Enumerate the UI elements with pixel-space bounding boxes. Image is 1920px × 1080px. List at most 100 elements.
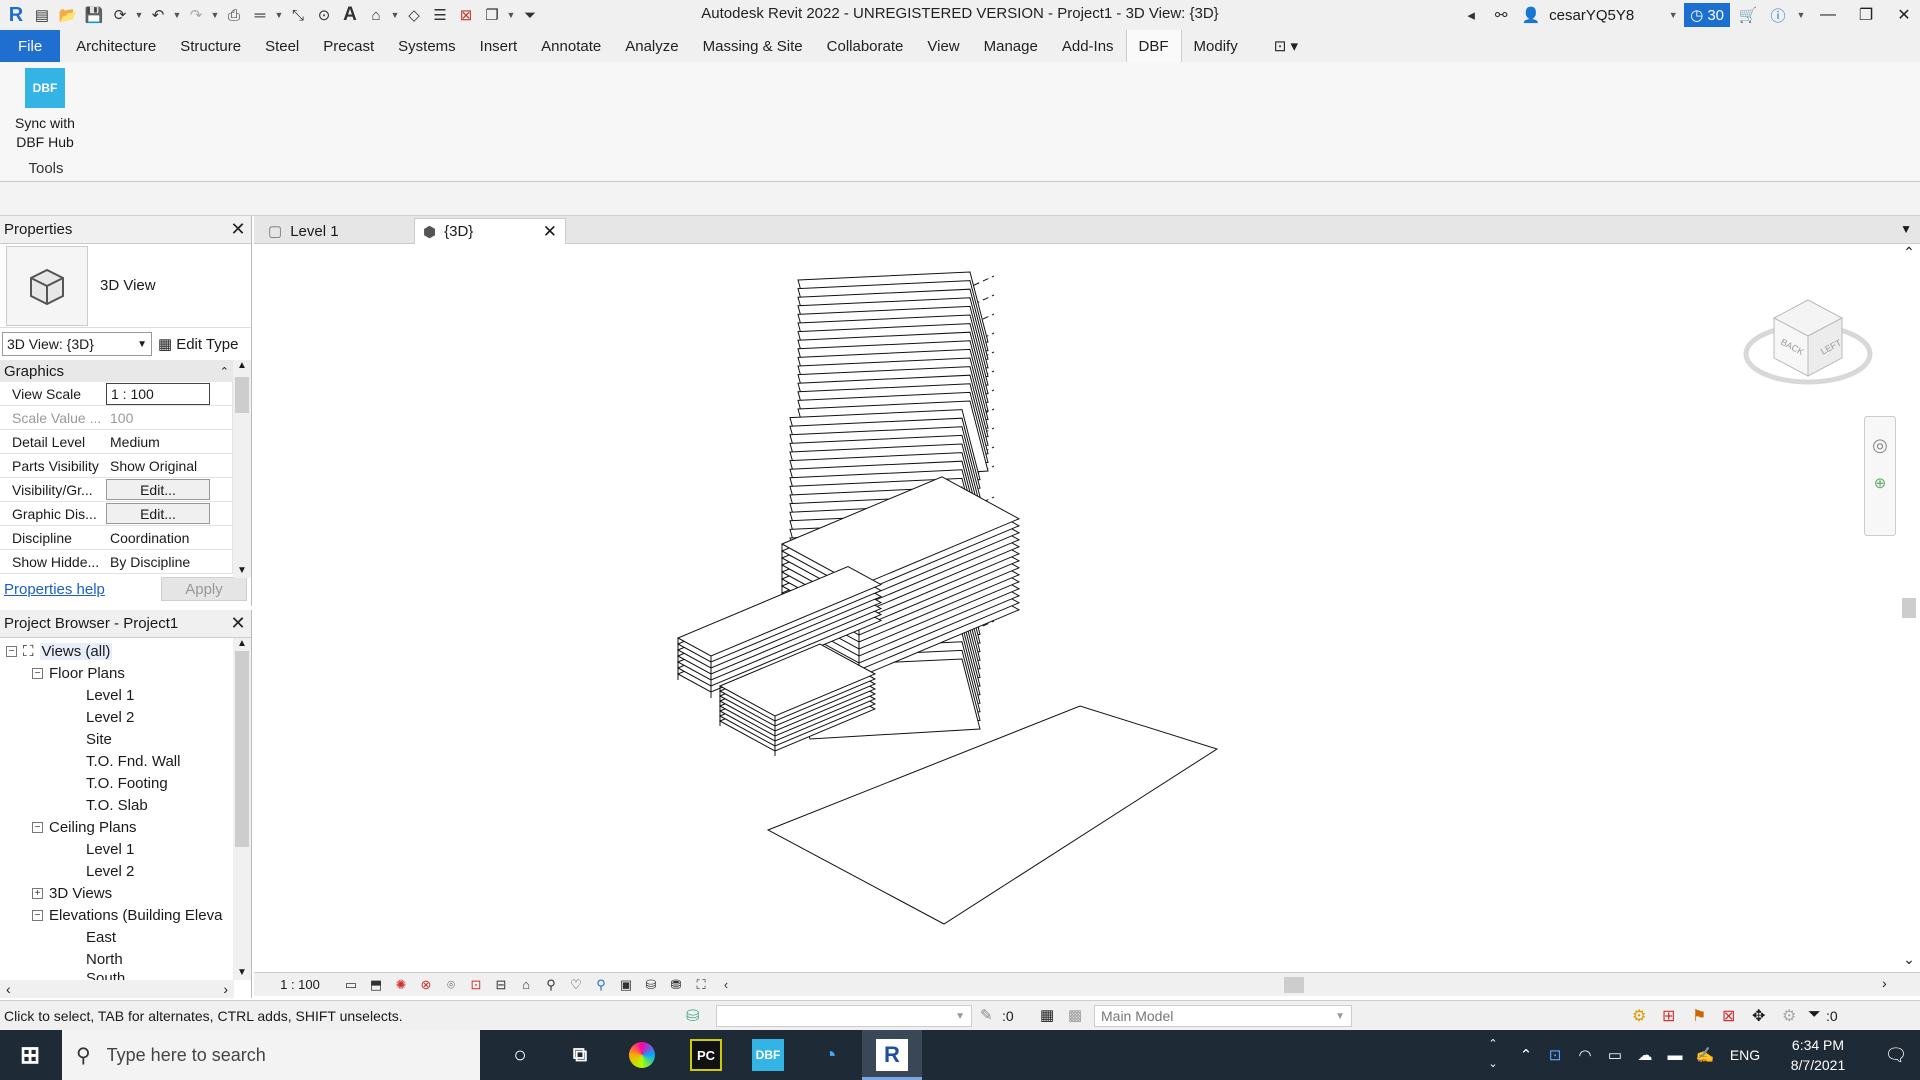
notifications-icon[interactable]: 🗨 [1866, 1045, 1920, 1066]
tree-ceiling-plans[interactable]: − Ceiling Plans [0, 816, 230, 838]
open-icon[interactable]: 📂 [56, 4, 80, 26]
select-links-icon[interactable]: ⚙ [1632, 1006, 1646, 1026]
scroll-up-icon[interactable]: ⌃ [1898, 244, 1920, 261]
tree-item[interactable]: East [0, 926, 230, 948]
trial-clock-badge[interactable]: ◷ 30 [1684, 3, 1730, 27]
section-icon[interactable]: ◇ [402, 4, 426, 26]
show-hidden-value[interactable]: By Discipline [106, 551, 210, 573]
tab-collaborate[interactable]: Collaborate [815, 30, 916, 62]
worksharing-icon[interactable]: ⚲ [590, 976, 612, 994]
ribbon-options-button[interactable]: ⊡ ▾ [1262, 30, 1310, 62]
cart-icon[interactable]: 🛒 [1736, 4, 1760, 26]
graphic-display-edit-button[interactable]: Edit... [106, 503, 210, 524]
redo-icon[interactable]: ↷ [184, 4, 208, 26]
view-scale-label[interactable]: 1 : 100 [266, 977, 334, 992]
workset-dropdown[interactable]: ▼ [716, 1005, 972, 1027]
temp-view-icon[interactable]: ▣ [615, 976, 637, 994]
detail-level-value[interactable]: Medium [106, 431, 210, 453]
save-icon[interactable]: 💾 [82, 4, 106, 26]
type-selector[interactable]: 3D View: {3D} ▼ [2, 332, 152, 356]
properties-scrollbar[interactable]: ▲ ▼ [233, 360, 251, 578]
print-icon[interactable]: ⎙ [222, 4, 246, 26]
tree-item[interactable]: Level 1 [0, 838, 230, 860]
minimize-button[interactable]: — [1812, 0, 1844, 30]
browser-close-icon[interactable]: ✕ [229, 613, 247, 634]
highlight-icon[interactable]: ⛃ [665, 976, 687, 994]
tab-steel[interactable]: Steel [253, 30, 311, 62]
collapse-icon[interactable]: − [32, 667, 43, 679]
close-button[interactable]: ✕ [1888, 0, 1920, 30]
crop-view-icon[interactable]: ⊡ [465, 976, 487, 994]
tab-menu-icon[interactable]: ▼ [1900, 222, 1912, 236]
3d-icon[interactable]: ⌂ [364, 4, 388, 26]
network-icon[interactable]: ◠ [1570, 1046, 1600, 1064]
tree-floor-plans[interactable]: − Floor Plans [0, 662, 230, 684]
canvas-scrollbar[interactable]: ⌃ ⌄ [1898, 244, 1920, 972]
project-icon[interactable]: ▤ [30, 4, 54, 26]
collapse-icon[interactable]: − [6, 645, 17, 657]
tree-item[interactable]: Level 1 [0, 684, 230, 706]
zoom-icon[interactable]: ⊕ [1865, 474, 1895, 492]
detail-level-icon[interactable]: ▭ [340, 976, 362, 994]
windows-start-icon[interactable]: ⊞ [14, 1039, 46, 1071]
sync-dbf-hub-button[interactable]: DBF Sync with DBF Hub [8, 68, 82, 152]
restore-button[interactable]: ❐ [1850, 0, 1882, 30]
clock[interactable]: 6:34 PM 8/7/2021 [1770, 1035, 1866, 1075]
design-options-icon[interactable]: ▦ [1040, 1006, 1054, 1024]
tree-item[interactable]: T.O. Footing [0, 772, 230, 794]
user-icon[interactable]: 👤 [1519, 4, 1543, 26]
render-icon[interactable]: ⌾ [440, 976, 462, 994]
scroll-thumb[interactable] [235, 651, 249, 847]
design-option-dropdown[interactable]: Main Model ▼ [1094, 1005, 1352, 1027]
collapse-bar-icon[interactable]: ‹ [715, 976, 737, 994]
tree-item[interactable]: T.O. Slab [0, 794, 230, 816]
tree-item[interactable]: T.O. Fnd. Wall [0, 750, 230, 772]
camera-icon[interactable]: ⊡ [1540, 1046, 1570, 1064]
sun-path-icon[interactable]: ✺ [390, 976, 412, 994]
background-process-icon[interactable]: ⚙ [1782, 1006, 1796, 1026]
thin-lines-icon[interactable]: ☰ [428, 4, 452, 26]
pycharm-icon[interactable]: PC [690, 1039, 722, 1071]
dbf-taskbar-icon[interactable]: DBF [752, 1039, 784, 1071]
scroll-thumb[interactable] [235, 377, 249, 413]
show-hidden-icon[interactable]: ⌃ [1512, 1046, 1540, 1064]
tray-scroll[interactable]: ⌃ ⌄ [1486, 1034, 1500, 1074]
reveal-hidden-icon[interactable]: ♡ [565, 976, 587, 994]
switch-caret-icon[interactable]: ▼ [506, 10, 516, 20]
tree-item[interactable]: Level 2 [0, 860, 230, 882]
collapse-icon[interactable]: − [32, 821, 43, 833]
binoculars-icon[interactable]: ⚯ [1489, 4, 1513, 26]
shadows-icon[interactable]: ⊗ [415, 976, 437, 994]
revit-taskbar-item[interactable]: R [862, 1030, 922, 1080]
text-icon[interactable]: A [338, 4, 362, 26]
properties-help-link[interactable]: Properties help [4, 581, 105, 598]
tab-modify[interactable]: Modify [1182, 30, 1250, 62]
measure-icon[interactable]: ═ [248, 4, 272, 26]
scroll-down-icon[interactable]: ⌄ [1898, 951, 1920, 968]
3d-caret-icon[interactable]: ▼ [390, 10, 400, 20]
language-label[interactable]: ENG [1720, 1047, 1770, 1063]
filter-icon[interactable]: ⏷ [1808, 1006, 1821, 1024]
tab-level-1[interactable]: ▢ Level 1 [260, 218, 410, 244]
undo-caret-icon[interactable]: ▼ [172, 10, 182, 20]
tab-precast[interactable]: Precast [311, 30, 386, 62]
color-app-icon[interactable] [626, 1039, 658, 1071]
drag-elements-icon[interactable]: ✥ [1752, 1006, 1765, 1026]
undo-icon[interactable]: ↶ [146, 4, 170, 26]
select-underlay-icon[interactable]: ⊞ [1662, 1006, 1675, 1026]
browser-hscrollbar[interactable]: ‹ › [0, 980, 234, 998]
view-scale-input[interactable]: 1 : 100 [106, 382, 210, 405]
tab-3d[interactable]: ⬢ {3D} ✕ [414, 218, 566, 244]
temp-hide-icon[interactable]: ⚲ [540, 976, 562, 994]
editing-requests-icon[interactable]: ✎ [980, 1006, 993, 1024]
expand-icon[interactable]: + [32, 887, 43, 899]
help-icon[interactable]: ⓘ [1766, 4, 1790, 26]
measure-caret-icon[interactable]: ▼ [274, 10, 284, 20]
tab-insert[interactable]: Insert [468, 30, 530, 62]
task-view-icon[interactable]: ⧉ [564, 1039, 596, 1071]
visibility-edit-button[interactable]: Edit... [106, 479, 210, 500]
tree-root[interactable]: − ⛶ Views (all) [0, 640, 230, 662]
onedrive-icon[interactable]: ☁ [1630, 1046, 1660, 1064]
cortana-icon[interactable]: ○ [504, 1039, 536, 1071]
canvas-hscroll[interactable] [1284, 977, 1304, 993]
